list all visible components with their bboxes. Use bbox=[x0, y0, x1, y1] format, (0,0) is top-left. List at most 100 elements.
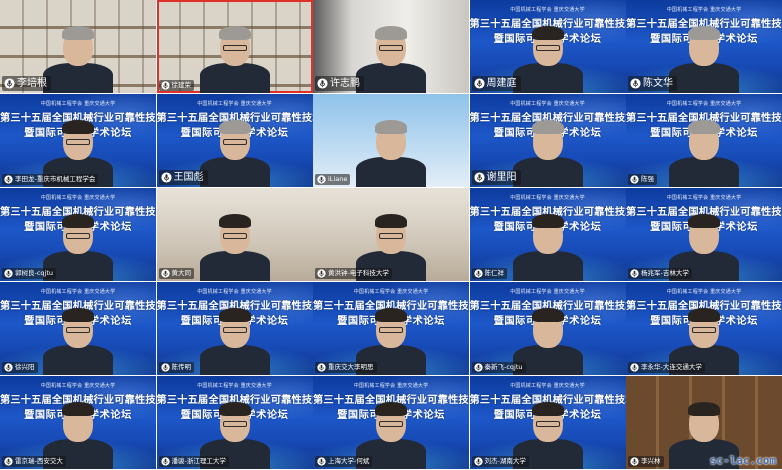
participant-glasses bbox=[379, 421, 403, 427]
participant-name-tag: 杨兆军-吉林大学 bbox=[628, 268, 692, 279]
microphone-icon[interactable] bbox=[473, 363, 483, 372]
participant-name-tag: 重庆交大李明思 bbox=[315, 362, 377, 373]
video-tile[interactable]: 中国机械工程学会 重庆交通大学第三十五届全国机械行业可靠性技术学术年会暨国际可靠… bbox=[626, 0, 782, 93]
microphone-icon[interactable] bbox=[630, 78, 641, 89]
participant-name: 雷京瑞-西安交大 bbox=[15, 457, 63, 465]
video-tile[interactable]: 中国机械工程学会 重庆交通大学第三十五届全国机械行业可靠性技术学术年会暨国际可靠… bbox=[313, 282, 469, 375]
video-tile[interactable]: 中国机械工程学会 重庆交通大学第三十五届全国机械行业可靠性技术学术年会暨国际可靠… bbox=[469, 376, 626, 469]
microphone-icon[interactable] bbox=[160, 172, 172, 183]
participant-name: iLiane bbox=[328, 175, 348, 183]
participant-hair bbox=[531, 402, 564, 416]
video-tile[interactable]: 李培根 bbox=[0, 0, 156, 93]
participant-hair bbox=[375, 308, 407, 322]
video-tile[interactable]: 中国机械工程学会 重庆交通大学第三十五届全国机械行业可靠性技术学术年会暨国际可靠… bbox=[469, 0, 626, 93]
participant-glasses bbox=[222, 327, 247, 333]
participant-name: 李培根 bbox=[17, 78, 47, 89]
participant-hair bbox=[531, 308, 564, 322]
microphone-icon[interactable] bbox=[4, 457, 13, 466]
video-tile[interactable]: 中国机械工程学会 重庆交通大学第三十五届全国机械行业可靠性技术学术年会暨国际可靠… bbox=[469, 188, 626, 281]
participant-glasses bbox=[222, 233, 247, 239]
organizer-logos: 中国机械工程学会 重庆交通大学 bbox=[40, 289, 116, 295]
microphone-icon[interactable] bbox=[317, 78, 328, 89]
participant-video bbox=[356, 23, 426, 93]
video-tile[interactable]: 徐建荣 bbox=[156, 0, 313, 93]
microphone-icon[interactable] bbox=[630, 363, 639, 372]
microphone-icon[interactable] bbox=[473, 78, 485, 89]
participant-video bbox=[199, 117, 270, 187]
participant-name-tag: 陈文华 bbox=[628, 76, 677, 91]
video-tile[interactable]: 中国机械工程学会 重庆交通大学第三十五届全国机械行业可靠性技术学术年会暨国际可靠… bbox=[626, 94, 782, 187]
participant-hair bbox=[62, 214, 94, 228]
participant-name-tag: 雷京瑞-西安交大 bbox=[2, 456, 66, 467]
video-tile[interactable]: 中国机械工程学会 重庆交通大学第三十五届全国机械行业可靠性技术学术年会暨国际可靠… bbox=[0, 94, 156, 187]
video-tile[interactable]: 中国机械工程学会 重庆交通大学第三十五届全国机械行业可靠性技术学术年会暨国际可靠… bbox=[469, 94, 626, 187]
microphone-icon[interactable] bbox=[473, 269, 483, 278]
video-tile[interactable]: 中国机械工程学会 重庆交通大学第三十五届全国机械行业可靠性技术学术年会暨国际可靠… bbox=[156, 376, 313, 469]
microphone-icon[interactable] bbox=[473, 457, 483, 466]
organizer-logos: 中国机械工程学会 重庆交通大学 bbox=[510, 7, 585, 13]
microphone-icon[interactable] bbox=[4, 78, 15, 89]
participant-hair bbox=[531, 120, 564, 134]
video-tile[interactable]: 中国机械工程学会 重庆交通大学第三十五届全国机械行业可靠性技术学术年会暨国际可靠… bbox=[0, 282, 156, 375]
participant-hair bbox=[688, 26, 720, 40]
video-tile[interactable]: iLiane bbox=[313, 94, 469, 187]
participant-hair bbox=[218, 308, 251, 322]
participant-video bbox=[199, 211, 270, 281]
participant-hair bbox=[531, 26, 564, 40]
video-tile[interactable]: 中国机械工程学会 重庆交通大学第三十五届全国机械行业可靠性技术学术年会暨国际可靠… bbox=[469, 282, 626, 375]
organizer-logos: 中国机械工程学会 重庆交通大学 bbox=[666, 195, 742, 201]
participant-video bbox=[512, 23, 583, 93]
participant-body bbox=[199, 63, 270, 93]
microphone-icon[interactable] bbox=[160, 81, 170, 90]
video-tile[interactable]: 中国机械工程学会 重庆交通大学第三十五届全国机械行业可靠性技术学术年会暨国际可靠… bbox=[626, 188, 782, 281]
microphone-icon[interactable] bbox=[317, 175, 326, 184]
video-tile[interactable]: 许志鹏 bbox=[313, 0, 469, 93]
microphone-icon[interactable] bbox=[160, 269, 170, 278]
video-tile[interactable]: 中国机械工程学会 重庆交通大学第三十五届全国机械行业可靠性技术学术年会暨国际可靠… bbox=[156, 282, 313, 375]
microphone-icon[interactable] bbox=[317, 269, 326, 278]
microphone-icon[interactable] bbox=[317, 457, 326, 466]
microphone-icon[interactable] bbox=[630, 175, 639, 184]
microphone-icon[interactable] bbox=[4, 175, 13, 184]
video-tile[interactable]: 黄大同 bbox=[156, 188, 313, 281]
microphone-icon[interactable] bbox=[317, 363, 326, 372]
participant-name-tag: 陈传明 bbox=[158, 362, 194, 373]
participant-hair bbox=[688, 308, 720, 322]
participant-video bbox=[512, 211, 583, 281]
video-tile[interactable]: 中国机械工程学会 重庆交通大学第三十五届全国机械行业可靠性技术学术年会暨国际可靠… bbox=[313, 376, 469, 469]
organizer-logos: 中国机械工程学会 重庆交通大学 bbox=[666, 101, 742, 107]
participant-body bbox=[43, 63, 113, 93]
microphone-icon[interactable] bbox=[160, 363, 170, 372]
participant-name-tag: iLiane bbox=[315, 174, 351, 185]
participant-name-tag: 徐建荣 bbox=[158, 80, 194, 91]
participant-hair bbox=[62, 26, 94, 40]
microphone-icon[interactable] bbox=[4, 269, 13, 278]
microphone-icon[interactable] bbox=[473, 172, 485, 183]
video-tile[interactable]: 中国机械工程学会 重庆交通大学第三十五届全国机械行业可靠性技术学术年会暨国际可靠… bbox=[0, 188, 156, 281]
microphone-icon[interactable] bbox=[630, 269, 639, 278]
participant-hair bbox=[688, 402, 720, 416]
microphone-icon[interactable] bbox=[160, 457, 170, 466]
video-tile[interactable]: 黄洪钟-电子科技大学 bbox=[313, 188, 469, 281]
participant-glasses bbox=[222, 421, 247, 427]
organizer-logos: 中国机械工程学会 重庆交通大学 bbox=[197, 383, 272, 389]
video-tile[interactable]: 中国机械工程学会 重庆交通大学第三十五届全国机械行业可靠性技术学术年会暨国际可靠… bbox=[0, 376, 156, 469]
organizer-logos: 中国机械工程学会 重庆交通大学 bbox=[510, 101, 585, 107]
participant-name-tag: 李永华-大连交通大学 bbox=[628, 362, 705, 373]
organizer-logos: 中国机械工程学会 重庆交通大学 bbox=[353, 289, 429, 295]
participant-video bbox=[512, 117, 583, 187]
participant-name: 徐建荣 bbox=[171, 81, 192, 89]
participant-name: 谢里阳 bbox=[486, 172, 517, 183]
video-tile[interactable]: 中国机械工程学会 重庆交通大学第三十五届全国机械行业可靠性技术学术年会暨国际可靠… bbox=[626, 282, 782, 375]
microphone-icon[interactable] bbox=[4, 363, 13, 372]
microphone-icon[interactable] bbox=[630, 457, 639, 466]
participant-name: 刘杰-湖南大学 bbox=[484, 457, 526, 465]
participant-name-tag: 王国彪 bbox=[158, 170, 208, 185]
participant-name: 陈强 bbox=[641, 175, 654, 183]
video-tile[interactable]: 中国机械工程学会 重庆交通大学第三十五届全国机械行业可靠性技术学术年会暨国际可靠… bbox=[156, 94, 313, 187]
participant-name-tag: 上海大学-何斌 bbox=[315, 456, 373, 467]
organizer-logos: 中国机械工程学会 重庆交通大学 bbox=[40, 195, 116, 201]
participant-name: 潘骏-浙江理工大学 bbox=[171, 457, 226, 465]
participant-body bbox=[512, 63, 583, 93]
participant-hair bbox=[62, 120, 94, 134]
